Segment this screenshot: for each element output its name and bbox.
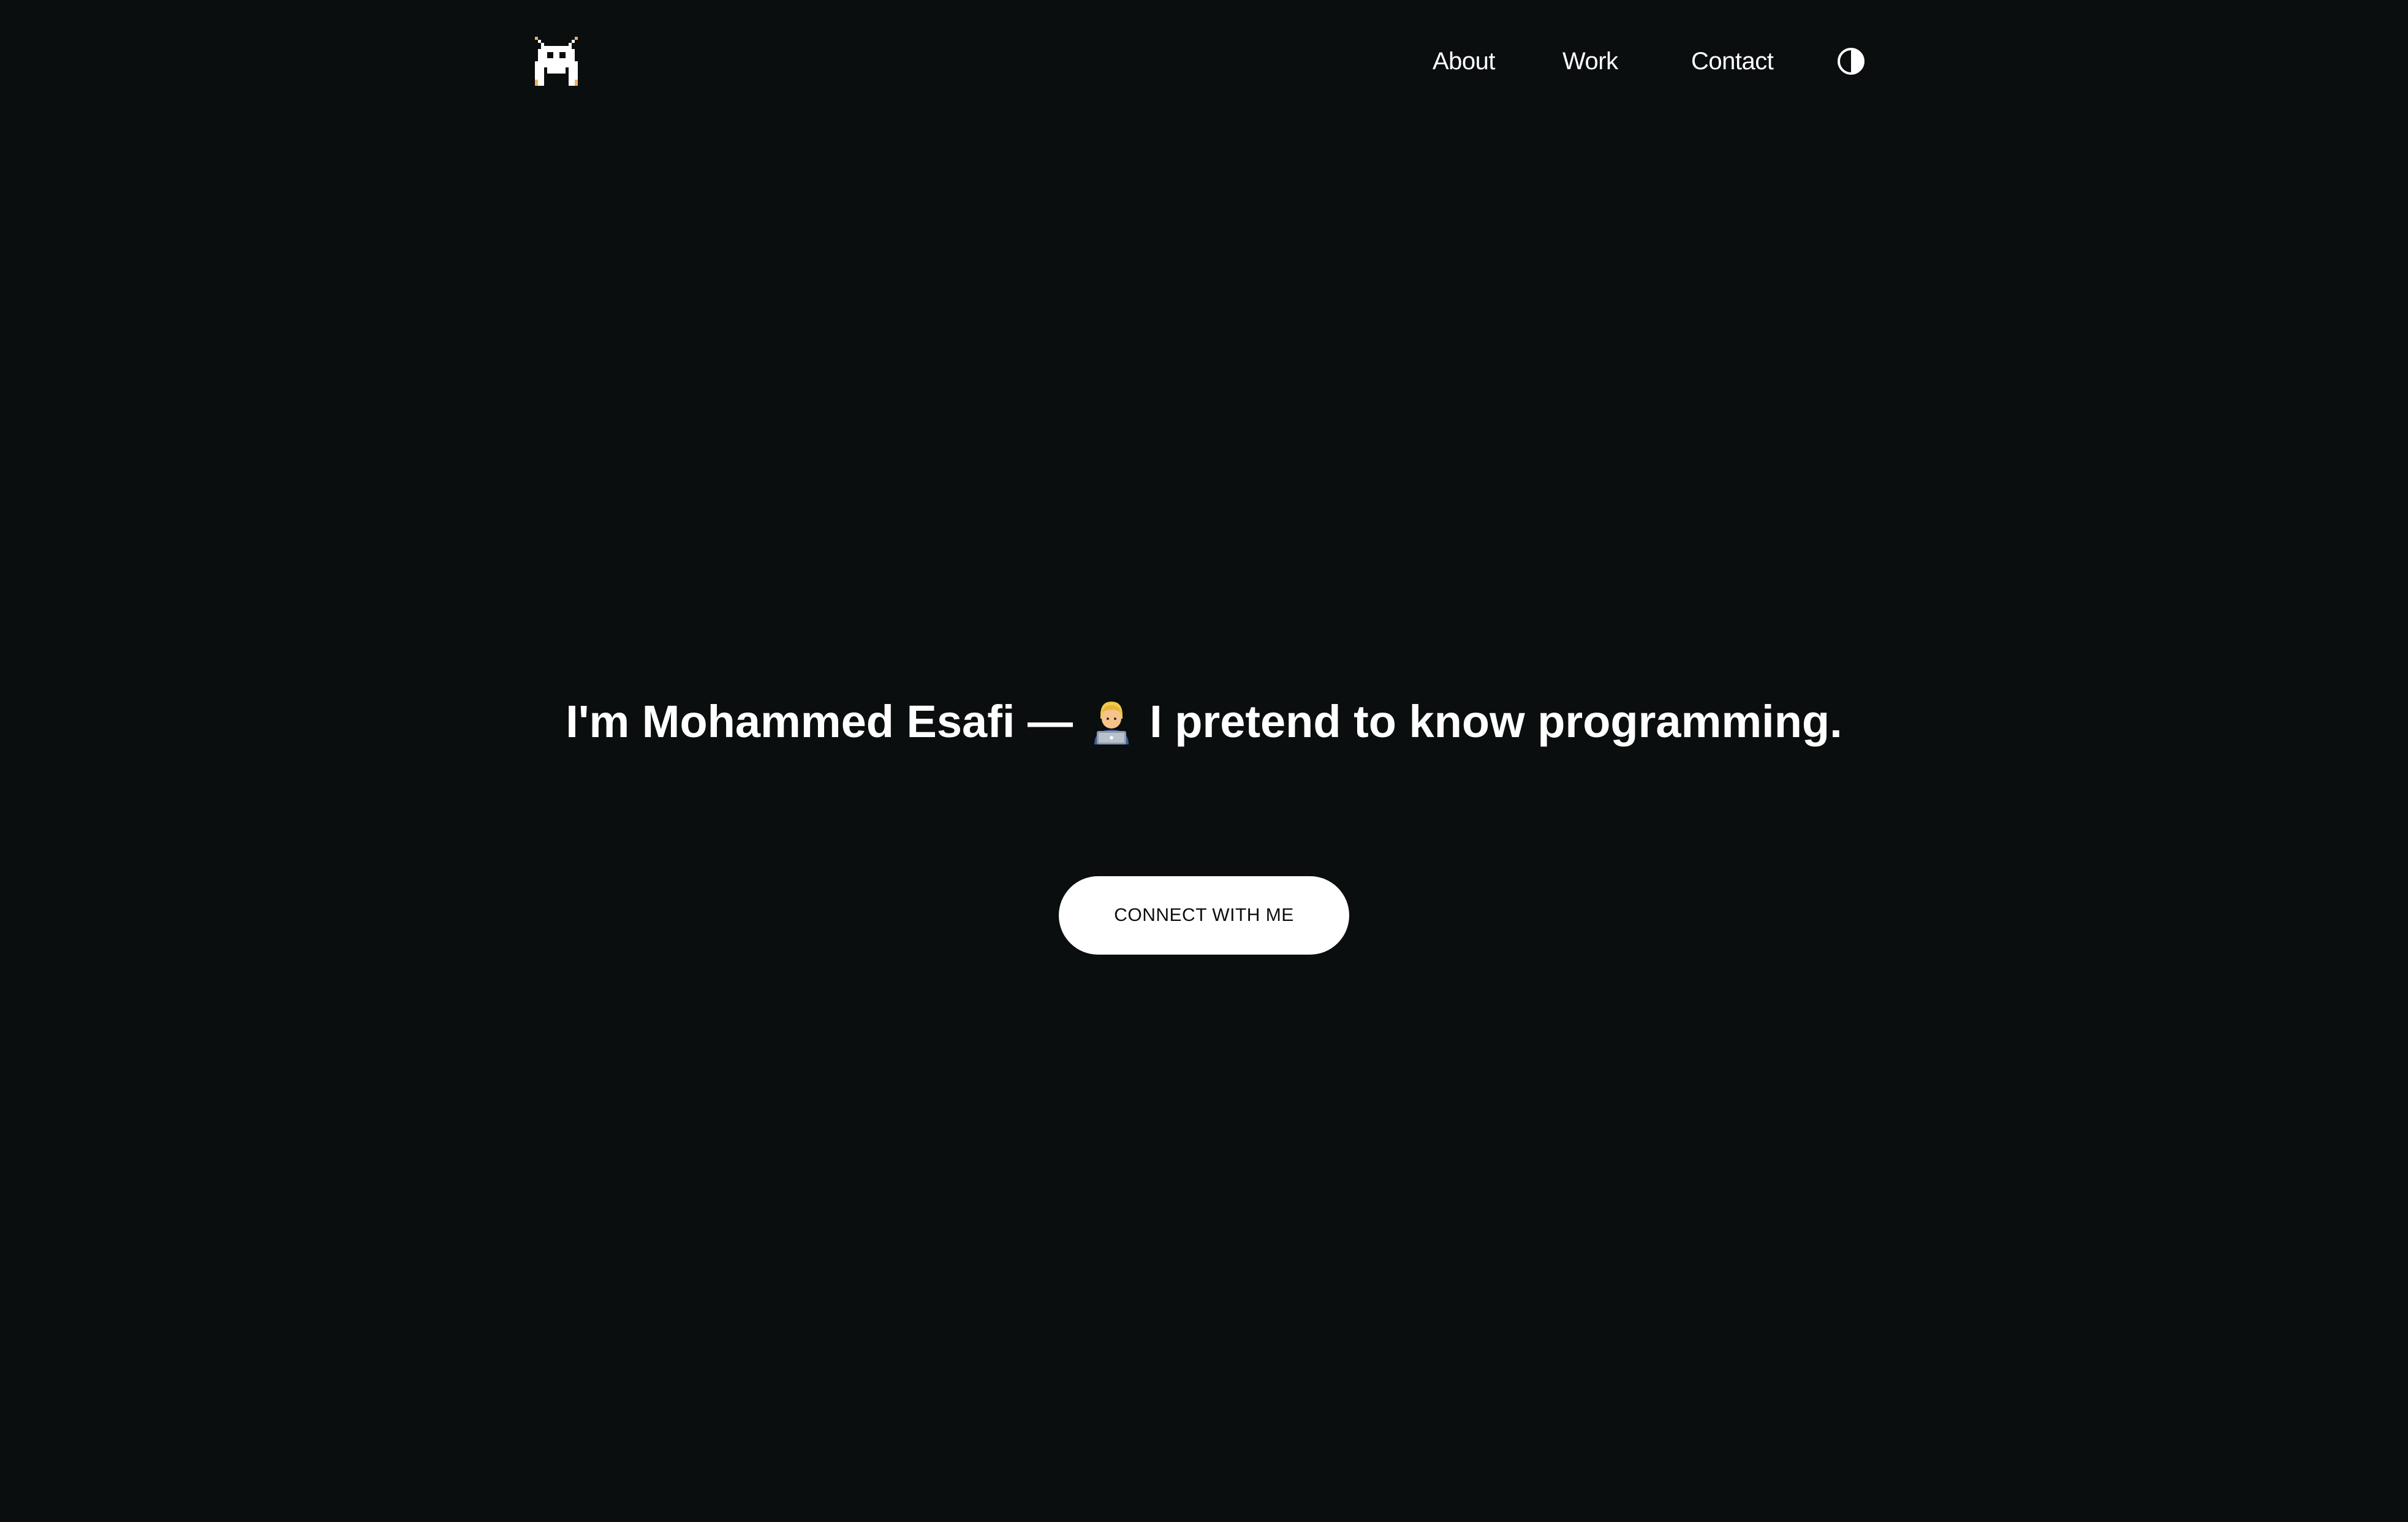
pixel-space-invader-icon <box>535 37 578 86</box>
theme-toggle-button[interactable] <box>1836 47 1866 76</box>
logo-link[interactable] <box>532 37 581 86</box>
nav-link-work[interactable]: Work <box>1562 44 1618 78</box>
hero-title: I'm Mohammed Esafi — I pretend to know p… <box>0 691 2408 752</box>
nav-link-about[interactable]: About <box>1433 44 1496 78</box>
nav-link-contact[interactable]: Contact <box>1691 44 1774 78</box>
contrast-half-circle-icon <box>1838 48 1865 75</box>
hero-title-tagline: I pretend to know programming. <box>1149 696 1842 747</box>
technologist-emoji-icon <box>1089 698 1134 744</box>
top-navigation: About Work Contact <box>0 0 2408 123</box>
connect-with-me-button[interactable]: CONNECT WITH ME <box>1059 876 1349 955</box>
hero-title-intro: I'm Mohammed Esafi — <box>566 696 1073 747</box>
